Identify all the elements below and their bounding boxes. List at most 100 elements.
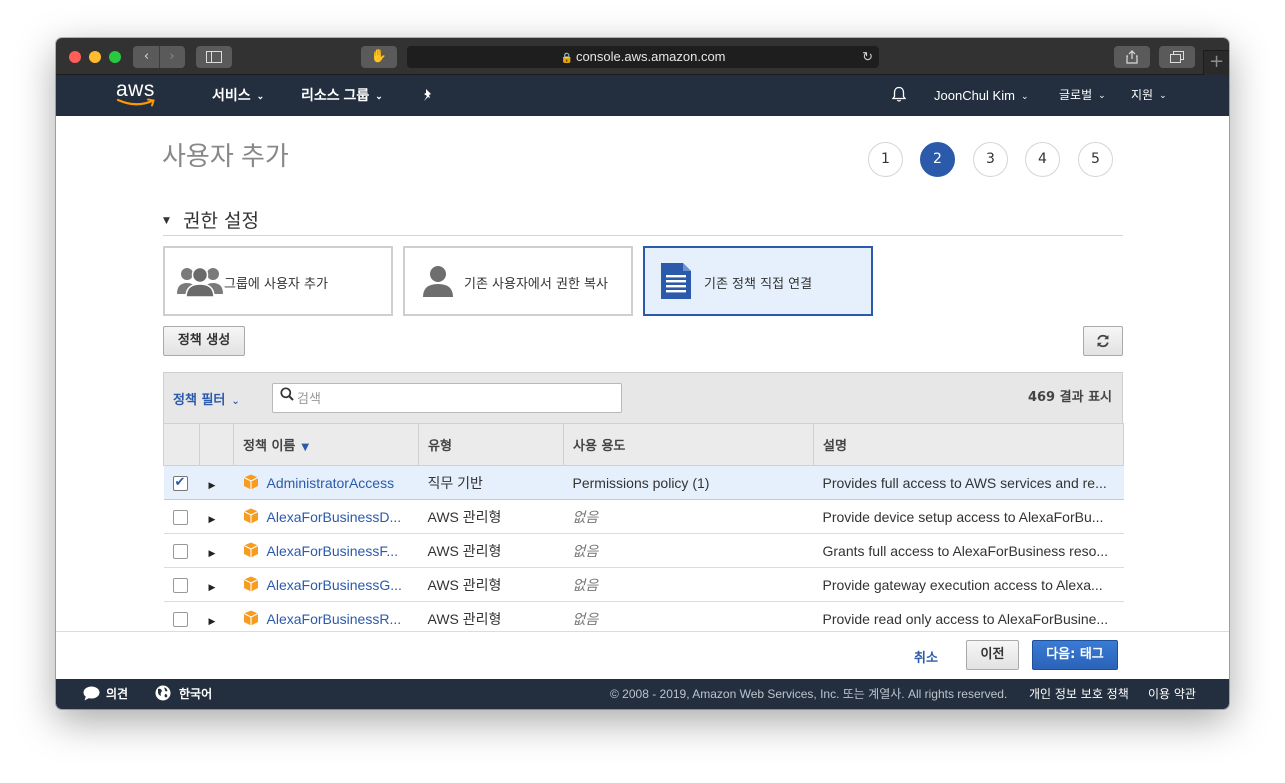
create-policy-button[interactable]: 정책 생성 [163, 326, 245, 356]
document-icon [661, 263, 691, 299]
policy-type-cell: AWS 관리형 [418, 533, 564, 568]
option-label: 기존 사용자에서 권한 복사 [464, 277, 608, 292]
privacy-policy-link[interactable]: 개인 정보 보호 정책 [1029, 679, 1129, 709]
support-menu[interactable]: 지원 ⌄ [1131, 75, 1167, 116]
expand-caret-icon[interactable]: ▶ [209, 548, 216, 558]
bell-icon [891, 86, 907, 102]
policy-name-link[interactable]: AlexaForBusinessG... [267, 577, 402, 593]
reload-icon[interactable]: ↻ [862, 46, 873, 68]
column-header-policy-name[interactable]: 정책 이름 ▼ [233, 423, 419, 466]
pin-button[interactable] [422, 75, 434, 116]
language-selector[interactable]: 한국어 [155, 679, 212, 709]
column-header-usage[interactable]: 사용 용도 [563, 423, 814, 466]
policy-name-cell: AlexaForBusinessR... [233, 601, 419, 631]
row-checkbox[interactable] [172, 509, 188, 525]
share-button[interactable] [1114, 46, 1150, 68]
table-row[interactable]: ▶ AlexaForBusinessF... AWS 관리형 없음 Grants… [163, 533, 1124, 568]
next-tags-button[interactable]: 다음: 태그 [1032, 640, 1118, 670]
option-add-to-group[interactable]: 그룹에 사용자 추가 [163, 246, 393, 316]
aws-top-nav: aws 서비스 ⌄ 리소스 그룹 ⌄ JoonChul Kim ⌄ 글로벌 ⌄ 지원 ⌄ [56, 75, 1229, 116]
wizard-actions: 취소 이전 다음: 태그 [56, 631, 1229, 679]
address-bar[interactable]: 🔒 console.aws.amazon.com ↻ [407, 46, 879, 68]
result-count: 469 결과 표시 [1027, 390, 1112, 405]
row-checkbox[interactable] [172, 543, 188, 559]
previous-button[interactable]: 이전 [966, 640, 1019, 670]
sidebar-icon [206, 51, 222, 63]
back-icon[interactable]: ‹ [134, 46, 159, 68]
aws-footer: 의견 한국어 © 2008 - 2019, Amazon Web Service… [56, 679, 1229, 709]
column-header-description[interactable]: 설명 [813, 423, 1124, 466]
table-row[interactable]: ▶ AlexaForBusinessD... AWS 관리형 없음 Provid… [163, 499, 1124, 534]
step-5[interactable]: 5 [1078, 142, 1113, 177]
table-row[interactable]: ▶ AlexaForBusinessG... AWS 관리형 없음 Provid… [163, 567, 1124, 602]
chevron-down-icon: ⌄ [1159, 90, 1167, 100]
step-3[interactable]: 3 [973, 142, 1008, 177]
step-2[interactable]: 2 [920, 142, 955, 177]
terms-of-use-link[interactable]: 이용 약관 [1148, 679, 1196, 709]
row-checkbox[interactable] [172, 577, 188, 593]
user-menu[interactable]: JoonChul Kim ⌄ [934, 75, 1028, 117]
policy-usage-cell: 없음 [563, 601, 814, 631]
policy-name-link[interactable]: AlexaForBusinessF... [267, 543, 399, 559]
policy-usage-cell: 없음 [563, 499, 814, 534]
chevron-down-icon: ⌄ [231, 396, 240, 407]
policy-description-cell: Provide read only access to AlexaForBusi… [813, 601, 1124, 631]
zoom-window-button[interactable] [109, 51, 121, 63]
policy-name-link[interactable]: AdministratorAccess [267, 475, 395, 491]
row-checkbox[interactable] [172, 474, 188, 491]
policy-type-cell: AWS 관리형 [418, 499, 564, 534]
policy-filter-dropdown[interactable]: 정책 필터 ⌄ [173, 389, 240, 408]
policy-name-link[interactable]: AlexaForBusinessD... [267, 509, 402, 525]
policy-usage-cell: 없음 [563, 567, 814, 602]
select-column-header [163, 423, 200, 466]
policies-table: 정책 이름▼ 유형 사용 용도 설명 ▶ AdministratorAccess… [163, 423, 1124, 631]
forward-icon[interactable]: › [159, 46, 184, 68]
option-copy-from-user[interactable]: 기존 사용자에서 권한 복사 [403, 246, 633, 316]
step-1[interactable]: 1 [868, 142, 903, 177]
search-input[interactable] [272, 383, 622, 413]
page-title: 사용자 추가 [162, 141, 289, 171]
policy-box-icon [243, 542, 258, 558]
expand-column-header [199, 423, 234, 466]
policy-description-cell: Grants full access to AlexaForBusiness r… [813, 533, 1124, 568]
sidebar-toggle-button[interactable] [196, 46, 232, 68]
extension-button[interactable]: ✋ [361, 46, 397, 68]
expand-caret-icon[interactable]: ▶ [209, 582, 216, 592]
expand-caret-icon[interactable]: ▶ [209, 616, 216, 626]
row-expand-cell: ▶ [199, 465, 234, 500]
close-window-button[interactable] [69, 51, 81, 63]
chevron-down-icon: ⌄ [375, 91, 383, 101]
policy-box-icon [243, 508, 258, 524]
policy-name-link[interactable]: AlexaForBusinessR... [267, 611, 402, 627]
row-checkbox[interactable] [172, 611, 188, 627]
policy-filter-bar: 정책 필터⌄ 469 결과 표시 [163, 372, 1123, 423]
option-attach-policies[interactable]: 기존 정책 직접 연결 [643, 246, 873, 316]
policy-box-icon [243, 474, 258, 490]
row-select-cell [163, 567, 200, 602]
lock-icon: 🔒 [560, 53, 573, 64]
tabs-icon [1170, 51, 1184, 63]
pin-icon [424, 89, 431, 101]
new-tab-button[interactable]: + [1203, 50, 1229, 75]
table-row[interactable]: ▶ AlexaForBusinessR... AWS 관리형 없음 Provid… [163, 601, 1124, 631]
search-icon [280, 387, 294, 401]
aws-logo[interactable]: aws [116, 79, 158, 109]
feedback-link[interactable]: 의견 [83, 679, 128, 709]
notifications-button[interactable] [891, 75, 907, 116]
region-menu[interactable]: 글로벌 ⌄ [1059, 75, 1106, 116]
row-select-cell [163, 533, 200, 568]
refresh-button[interactable] [1083, 326, 1123, 356]
step-4[interactable]: 4 [1025, 142, 1060, 177]
expand-caret-icon[interactable]: ▶ [209, 514, 216, 524]
column-header-type[interactable]: 유형 [418, 423, 564, 466]
row-select-cell [163, 601, 200, 631]
option-label: 그룹에 사용자 추가 [224, 277, 328, 292]
cancel-link[interactable]: 취소 [914, 647, 938, 666]
show-tabs-button[interactable] [1159, 46, 1195, 68]
permissions-section-header[interactable]: ▼ 권한 설정 [163, 204, 1123, 236]
resource-groups-menu[interactable]: 리소스 그룹 ⌄ [301, 75, 383, 117]
minimize-window-button[interactable] [89, 51, 101, 63]
table-row[interactable]: ▶ AdministratorAccess 직무 기반 Permissions … [163, 465, 1124, 500]
expand-caret-icon[interactable]: ▶ [209, 480, 216, 490]
services-menu[interactable]: 서비스 ⌄ [212, 75, 264, 117]
